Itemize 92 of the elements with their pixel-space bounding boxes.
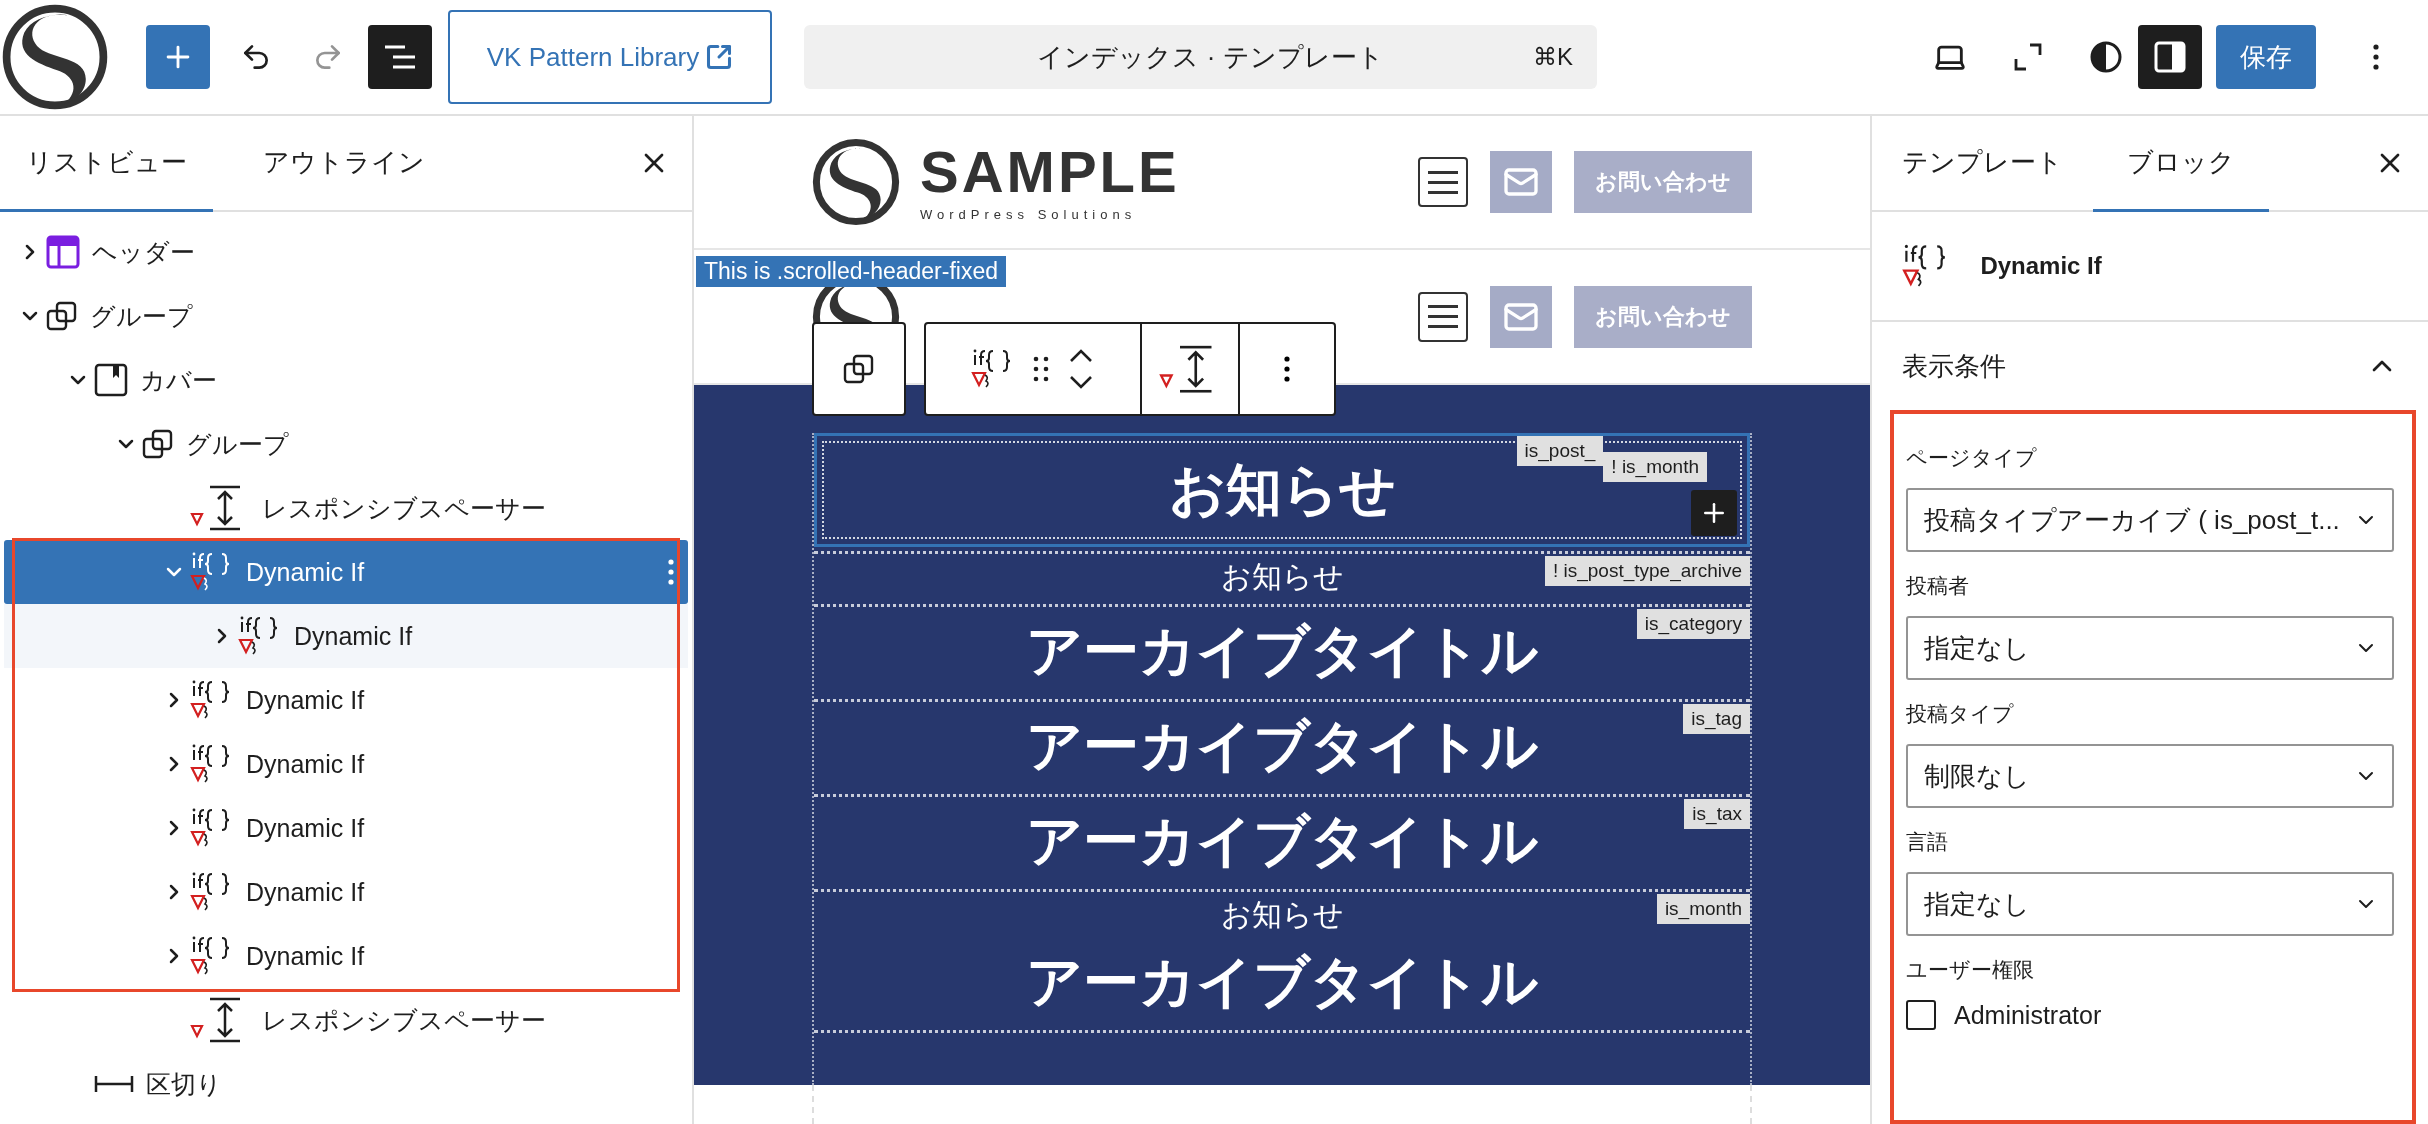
- condition-tag: is_post_: [1516, 436, 1604, 466]
- settings-button[interactable]: [2138, 25, 2202, 89]
- field-label: 投稿者: [1906, 573, 1970, 599]
- panel-tab[interactable]: テンプレート: [1872, 116, 2093, 212]
- list-view-label: Dynamic If: [246, 557, 365, 587]
- block-heading: お知らせ: [1168, 457, 1396, 523]
- list-view-item[interactable]: レスポンシブスペーサー: [4, 476, 688, 540]
- list-view-item[interactable]: レスポンシブスペーサー: [4, 988, 688, 1052]
- site-logo[interactable]: [0, 2, 110, 112]
- condition-tag: ! is_post_type_archive: [1544, 556, 1750, 586]
- add-block-button[interactable]: [1691, 490, 1737, 536]
- list-view-label: Dynamic If: [246, 685, 365, 715]
- block-subtitle: お知らせ: [1220, 559, 1344, 595]
- sidebar-icon: [2153, 40, 2187, 74]
- field-label: ユーザー権限: [1906, 957, 2035, 983]
- list-view-item[interactable]: グループ: [4, 284, 688, 348]
- list-view-item[interactable]: Dynamic If: [4, 924, 688, 988]
- panel-tab[interactable]: ブロック: [2093, 116, 2269, 212]
- menu-button[interactable]: [1418, 291, 1468, 342]
- list-view-item[interactable]: Dynamic If: [4, 604, 688, 668]
- external-link-icon: [705, 43, 734, 71]
- more-icon: [1284, 356, 1290, 382]
- select-field[interactable]: 制限なし: [1906, 744, 2394, 808]
- list-view-label: Dynamic If: [246, 749, 365, 779]
- menu-button[interactable]: [1418, 157, 1468, 207]
- field-label: 言語: [1906, 829, 1949, 855]
- more-icon: [2373, 44, 2379, 70]
- list-view-label: ヘッダー: [92, 236, 195, 268]
- select-field[interactable]: 投稿タイプアーカイブ ( is_post_t...: [1906, 488, 2394, 552]
- site-name: SAMPLE: [920, 142, 1180, 201]
- panel-tab[interactable]: リストビュー: [0, 116, 213, 212]
- panel-tab[interactable]: アウトライン: [213, 116, 475, 212]
- list-view-label: グループ: [186, 428, 289, 460]
- content-block[interactable]: お知らせ ! is_post_type_archive: [814, 551, 1750, 600]
- block-heading: アーカイブタイトル: [1026, 618, 1538, 684]
- condition-tag: is_tag: [1683, 704, 1750, 734]
- move-up-down-icon[interactable]: [1067, 347, 1095, 391]
- list-view-label: Dynamic If: [246, 813, 365, 843]
- list-view-item[interactable]: グループ: [4, 412, 688, 476]
- list-view-label: レスポンシブスペーサー: [262, 1004, 546, 1036]
- list-view-label: Dynamic If: [246, 941, 365, 971]
- drag-handle-icon[interactable]: [1033, 356, 1049, 382]
- group-icon: [843, 353, 875, 385]
- css-class-label: This is .scrolled-header-fixed: [696, 256, 1006, 287]
- field-label: ページタイプ: [1906, 445, 2038, 471]
- content-block[interactable]: お知らせ アーカイブタイトル is_month: [814, 889, 1750, 1026]
- block-heading: アーカイブタイトル: [1026, 949, 1538, 1015]
- list-view-button[interactable]: [368, 25, 432, 89]
- list-view-item[interactable]: Dynamic If: [4, 732, 688, 796]
- list-view-item[interactable]: カバー: [4, 348, 688, 412]
- logo-icon: [812, 138, 900, 226]
- list-view-label: レスポンシブスペーサー: [262, 492, 546, 524]
- block-heading: アーカイブタイトル: [1026, 808, 1538, 874]
- list-view-item[interactable]: Dynamic If: [4, 668, 688, 732]
- condition-tag: is_category: [1636, 609, 1750, 639]
- list-view-item[interactable]: 区切り: [4, 1052, 688, 1116]
- condition-tag: is_month: [1656, 894, 1750, 924]
- block-title: Dynamic If: [1980, 252, 2102, 280]
- contrast-icon: [2089, 40, 2123, 74]
- content-block[interactable]: お知らせ is_post_ ! is_month: [814, 433, 1750, 547]
- list-view-item[interactable]: Dynamic If: [4, 540, 688, 604]
- list-view-item[interactable]: Dynamic If: [4, 860, 688, 924]
- content-block[interactable]: アーカイブタイトル is_category: [814, 604, 1750, 695]
- list-view-label: グループ: [90, 300, 193, 332]
- panel-header[interactable]: 表示条件: [1872, 322, 2428, 410]
- list-view-label: カバー: [140, 364, 217, 396]
- block-subtitle: お知らせ: [1220, 897, 1344, 933]
- list-view-label: Dynamic If: [294, 621, 413, 651]
- checkbox[interactable]: [1906, 1000, 1936, 1030]
- condition-tag: is_tax: [1684, 799, 1750, 829]
- select-field[interactable]: 指定なし: [1906, 616, 2394, 680]
- select-field[interactable]: 指定なし: [1906, 872, 2394, 936]
- group-icon: [46, 300, 78, 332]
- content-block[interactable]: アーカイブタイトル is_tag: [814, 699, 1750, 790]
- cover-icon: [94, 363, 128, 397]
- group-icon: [142, 428, 174, 460]
- list-view-item[interactable]: Dynamic If: [4, 796, 688, 860]
- site-tagline: WordPress Solutions: [920, 206, 1138, 222]
- list-view-label: 区切り: [146, 1068, 222, 1100]
- more-icon: [668, 559, 674, 585]
- block-heading: アーカイブタイトル: [1026, 713, 1538, 779]
- command-bar[interactable]: インデックス · テンプレート ⌘K: [804, 25, 1597, 89]
- pattern-library-button[interactable]: VK Pattern Library: [448, 10, 772, 104]
- checkbox-option[interactable]: Administrator: [1906, 1000, 2394, 1030]
- save-button[interactable]: 保存: [2216, 25, 2316, 89]
- header-icon: [46, 235, 80, 269]
- list-view-item[interactable]: ヘッダー: [4, 220, 688, 284]
- list-view-label: Dynamic If: [246, 877, 365, 907]
- condition-tag: ! is_month: [1603, 452, 1707, 482]
- content-block[interactable]: アーカイブタイトル is_tax: [814, 794, 1750, 885]
- field-label: 投稿タイプ: [1906, 701, 2015, 727]
- fullscreen-icon: [2014, 43, 2042, 71]
